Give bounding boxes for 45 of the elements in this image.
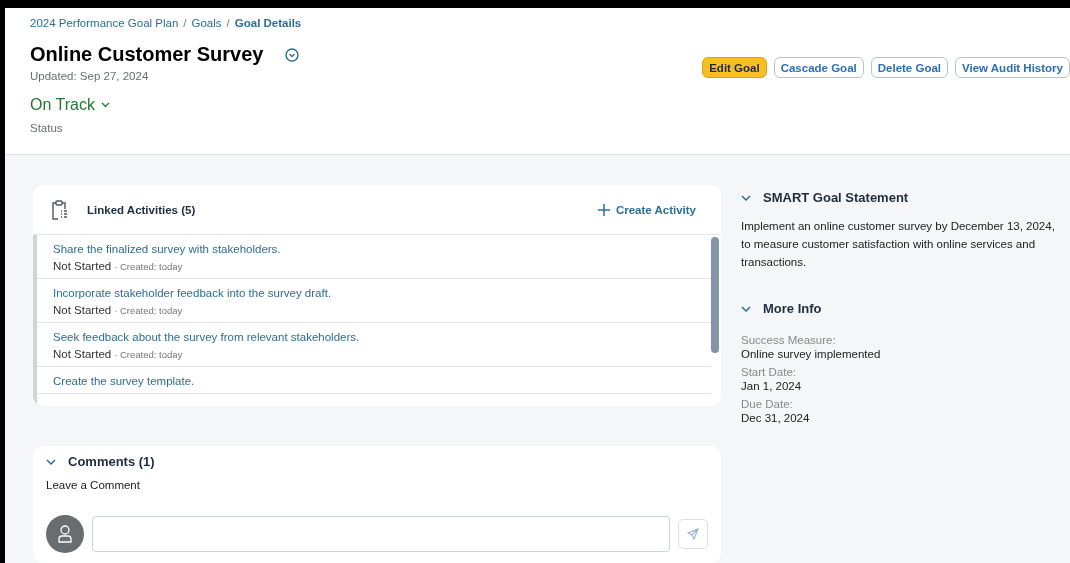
breadcrumb-separator: / bbox=[226, 17, 230, 29]
updated-date: Updated: Sep 27, 2024 bbox=[30, 70, 150, 82]
comment-field[interactable] bbox=[92, 516, 670, 552]
plus-icon bbox=[597, 203, 610, 216]
action-button[interactable]: Edit Goal bbox=[702, 57, 767, 78]
goal-statement: Implement an online customer survey by December 13, 2024, to measure customer satisfaction with online services and transactions. bbox=[741, 219, 1056, 270]
send-icon bbox=[687, 528, 699, 540]
field-label: Due Date: bbox=[741, 398, 794, 410]
create-activity-button[interactable]: Create Activity bbox=[597, 203, 696, 216]
comments-header[interactable]: Comments (1) bbox=[46, 454, 155, 469]
field-value: Online survey implemented bbox=[741, 348, 882, 360]
clipboard-list-icon bbox=[51, 199, 67, 220]
field-label: Success Measure: bbox=[741, 334, 837, 346]
scrollbar-thumb[interactable] bbox=[711, 237, 719, 353]
activity-status: Not Started bbox=[53, 348, 112, 360]
section-header[interactable]: SMART Goal Statement bbox=[741, 190, 909, 205]
breadcrumb-link[interactable]: Goals bbox=[191, 17, 222, 29]
breadcrumb-separator: / bbox=[183, 17, 187, 29]
activity-link[interactable]: Create the survey template. bbox=[53, 375, 711, 387]
activity-status: Not Started bbox=[53, 304, 112, 316]
chevron-down-icon bbox=[100, 102, 110, 108]
action-button[interactable]: Delete Goal bbox=[870, 57, 949, 78]
activity-link[interactable]: Incorporate stakeholder feedback into the survey draft. bbox=[53, 287, 711, 299]
avatar-icon bbox=[46, 515, 84, 553]
breadcrumb-link[interactable]: 2024 Performance Goal Plan bbox=[30, 17, 179, 29]
status-label: Status bbox=[30, 122, 64, 134]
created-date: · Created: today bbox=[114, 348, 183, 360]
activity-link[interactable]: Seek feedback about the survey from relevant stakeholders. bbox=[53, 331, 711, 343]
action-button[interactable]: Cascade Goal bbox=[773, 57, 864, 78]
created-date: · Created: today bbox=[114, 260, 183, 272]
card-title: Linked Activities (5) bbox=[87, 203, 197, 216]
comment-prompt: Leave a Comment bbox=[45, 478, 141, 491]
action-button[interactable]: View Audit History bbox=[955, 57, 1070, 78]
field-label: Start Date: bbox=[741, 366, 797, 378]
chevron-circle-icon[interactable] bbox=[285, 47, 300, 62]
field-value: Jan 1, 2024 bbox=[741, 380, 803, 392]
breadcrumb-link[interactable]: Goal Details bbox=[234, 17, 302, 29]
status-dropdown[interactable]: On Track bbox=[30, 96, 110, 114]
field-value: Dec 31, 2024 bbox=[741, 412, 811, 424]
created-date: · Created: today bbox=[114, 304, 183, 316]
activity-link[interactable]: Share the finalized survey with stakeholders. bbox=[53, 243, 711, 255]
send-button[interactable] bbox=[678, 519, 708, 549]
section-header[interactable]: More Info bbox=[741, 301, 822, 316]
activity-status: Not Started bbox=[53, 260, 112, 272]
goal-title: Online Customer Survey bbox=[30, 43, 264, 66]
